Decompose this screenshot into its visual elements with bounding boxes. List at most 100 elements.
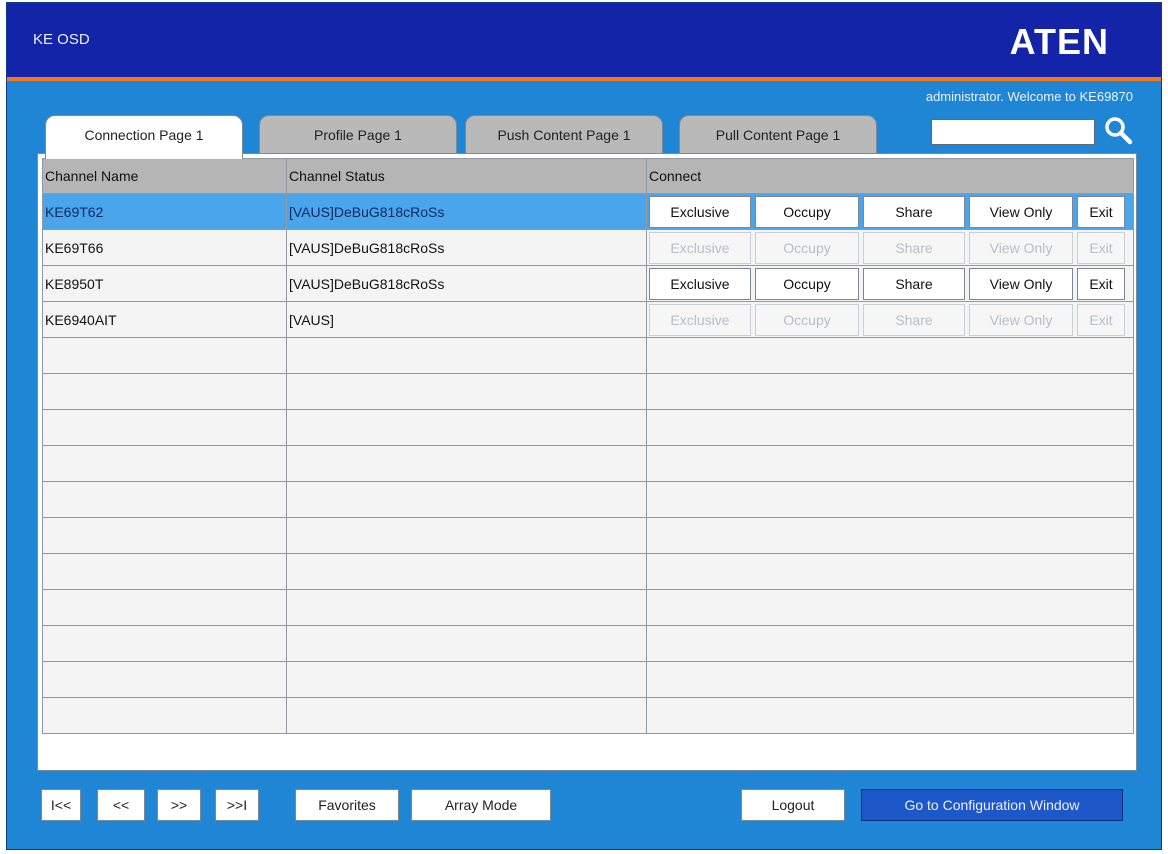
connect-button-group: Exclusive Occupy Share View Only Exit: [649, 231, 1131, 264]
table-row: [42, 625, 1134, 662]
welcome-text: administrator. Welcome to KE69870: [925, 89, 1133, 104]
go-to-configuration-button[interactable]: Go to Configuration Window: [861, 789, 1123, 821]
search-icon[interactable]: [1103, 115, 1133, 145]
channel-name-cell: KE69T62: [42, 193, 287, 230]
table-row: [42, 337, 1134, 374]
exit-button[interactable]: Exit: [1077, 303, 1125, 336]
empty-cell: [42, 409, 287, 446]
table-row: [42, 409, 1134, 446]
header-channel-name: Channel Name: [42, 158, 287, 194]
share-button[interactable]: Share: [863, 267, 965, 300]
empty-cell: [286, 589, 647, 626]
osd-window: KE OSD ATEN administrator. Welcome to KE…: [6, 2, 1162, 850]
empty-cell: [42, 373, 287, 410]
empty-cell: [286, 517, 647, 554]
table-row: [42, 661, 1134, 698]
share-button[interactable]: Share: [863, 195, 965, 228]
empty-cell: [42, 445, 287, 482]
channel-table: Channel Name Channel Status Connect KE69…: [42, 158, 1134, 734]
empty-cell: [42, 481, 287, 518]
connect-button-group: Exclusive Occupy Share View Only Exit: [649, 267, 1131, 300]
empty-cell: [646, 553, 1134, 590]
favorites-button[interactable]: Favorites: [295, 789, 399, 821]
window-title: KE OSD: [33, 31, 90, 48]
table-row[interactable]: KE6940AIT [VAUS] Exclusive Occupy Share View …: [42, 301, 1134, 338]
occupy-button[interactable]: Occupy: [755, 231, 859, 264]
empty-cell: [646, 373, 1134, 410]
channel-status-cell: [VAUS]DeBuG818cRoSs: [286, 193, 647, 230]
tab-connection-page[interactable]: Connection Page 1: [45, 115, 243, 159]
empty-cell: [646, 337, 1134, 374]
empty-cell: [42, 697, 287, 734]
share-button[interactable]: Share: [863, 231, 965, 264]
empty-cell: [286, 409, 647, 446]
connect-button-group: Exclusive Occupy Share View Only Exit: [649, 195, 1131, 228]
table-row[interactable]: KE8950T [VAUS]DeBuG818cRoSs Exclusive Occup…: [42, 265, 1134, 302]
empty-cell: [646, 589, 1134, 626]
next-page-button[interactable]: >>: [157, 789, 201, 821]
empty-cell: [286, 553, 647, 590]
occupy-button[interactable]: Occupy: [755, 303, 859, 336]
table-row: [42, 445, 1134, 482]
empty-cell: [286, 625, 647, 662]
empty-cell: [286, 337, 647, 374]
connect-cell: Exclusive Occupy Share View Only Exit: [646, 193, 1134, 230]
empty-cell: [646, 661, 1134, 698]
table-row: [42, 589, 1134, 626]
table-row: [42, 553, 1134, 590]
view-only-button[interactable]: View Only: [969, 231, 1073, 264]
title-bar: KE OSD ATEN: [7, 3, 1161, 81]
channel-name-cell: KE8950T: [42, 265, 287, 302]
tab-profile-page[interactable]: Profile Page 1: [259, 115, 457, 155]
table-row[interactable]: KE69T66 [VAUS]DeBuG818cRoSs Exclusive Occup…: [42, 229, 1134, 266]
first-page-button[interactable]: I<<: [41, 789, 81, 821]
empty-cell: [286, 445, 647, 482]
exclusive-button[interactable]: Exclusive: [649, 195, 751, 228]
empty-cell: [286, 661, 647, 698]
share-button[interactable]: Share: [863, 303, 965, 336]
empty-cell: [646, 481, 1134, 518]
connection-panel: Channel Name Channel Status Connect KE69…: [37, 153, 1137, 771]
connect-cell: Exclusive Occupy Share View Only Exit: [646, 265, 1134, 302]
occupy-button[interactable]: Occupy: [755, 195, 859, 228]
table-header-row: Channel Name Channel Status Connect: [42, 158, 1134, 194]
empty-cell: [286, 697, 647, 734]
empty-cell: [42, 661, 287, 698]
connect-cell: Exclusive Occupy Share View Only Exit: [646, 229, 1134, 266]
array-mode-button[interactable]: Array Mode: [411, 789, 551, 821]
channel-status-cell: [VAUS]: [286, 301, 647, 338]
empty-cell: [646, 409, 1134, 446]
search-input[interactable]: [931, 119, 1095, 145]
tab-pull-content-page[interactable]: Pull Content Page 1: [679, 115, 877, 155]
last-page-button[interactable]: >>I: [215, 789, 259, 821]
header-channel-status: Channel Status: [286, 158, 647, 194]
empty-cell: [286, 481, 647, 518]
channel-status-cell: [VAUS]DeBuG818cRoSs: [286, 229, 647, 266]
prev-page-button[interactable]: <<: [97, 789, 145, 821]
channel-name-cell: KE69T66: [42, 229, 287, 266]
table-row: [42, 373, 1134, 410]
empty-cell: [42, 553, 287, 590]
connect-cell: Exclusive Occupy Share View Only Exit: [646, 301, 1134, 338]
empty-cell: [286, 373, 647, 410]
exit-button[interactable]: Exit: [1077, 267, 1125, 300]
table-row[interactable]: KE69T62 [VAUS]DeBuG818cRoSs Exclusive Occup…: [42, 193, 1134, 230]
exit-button[interactable]: Exit: [1077, 195, 1125, 228]
channel-name-cell: KE6940AIT: [42, 301, 287, 338]
exclusive-button[interactable]: Exclusive: [649, 303, 751, 336]
empty-cell: [42, 517, 287, 554]
table-row: [42, 517, 1134, 554]
empty-cell: [646, 697, 1134, 734]
exclusive-button[interactable]: Exclusive: [649, 267, 751, 300]
empty-cell: [646, 445, 1134, 482]
header-connect: Connect: [646, 158, 1134, 194]
view-only-button[interactable]: View Only: [969, 267, 1073, 300]
exclusive-button[interactable]: Exclusive: [649, 231, 751, 264]
occupy-button[interactable]: Occupy: [755, 267, 859, 300]
logout-button[interactable]: Logout: [741, 789, 845, 821]
tab-push-content-page[interactable]: Push Content Page 1: [465, 115, 663, 155]
exit-button[interactable]: Exit: [1077, 231, 1125, 264]
view-only-button[interactable]: View Only: [969, 195, 1073, 228]
channel-status-cell: [VAUS]DeBuG818cRoSs: [286, 265, 647, 302]
view-only-button[interactable]: View Only: [969, 303, 1073, 336]
